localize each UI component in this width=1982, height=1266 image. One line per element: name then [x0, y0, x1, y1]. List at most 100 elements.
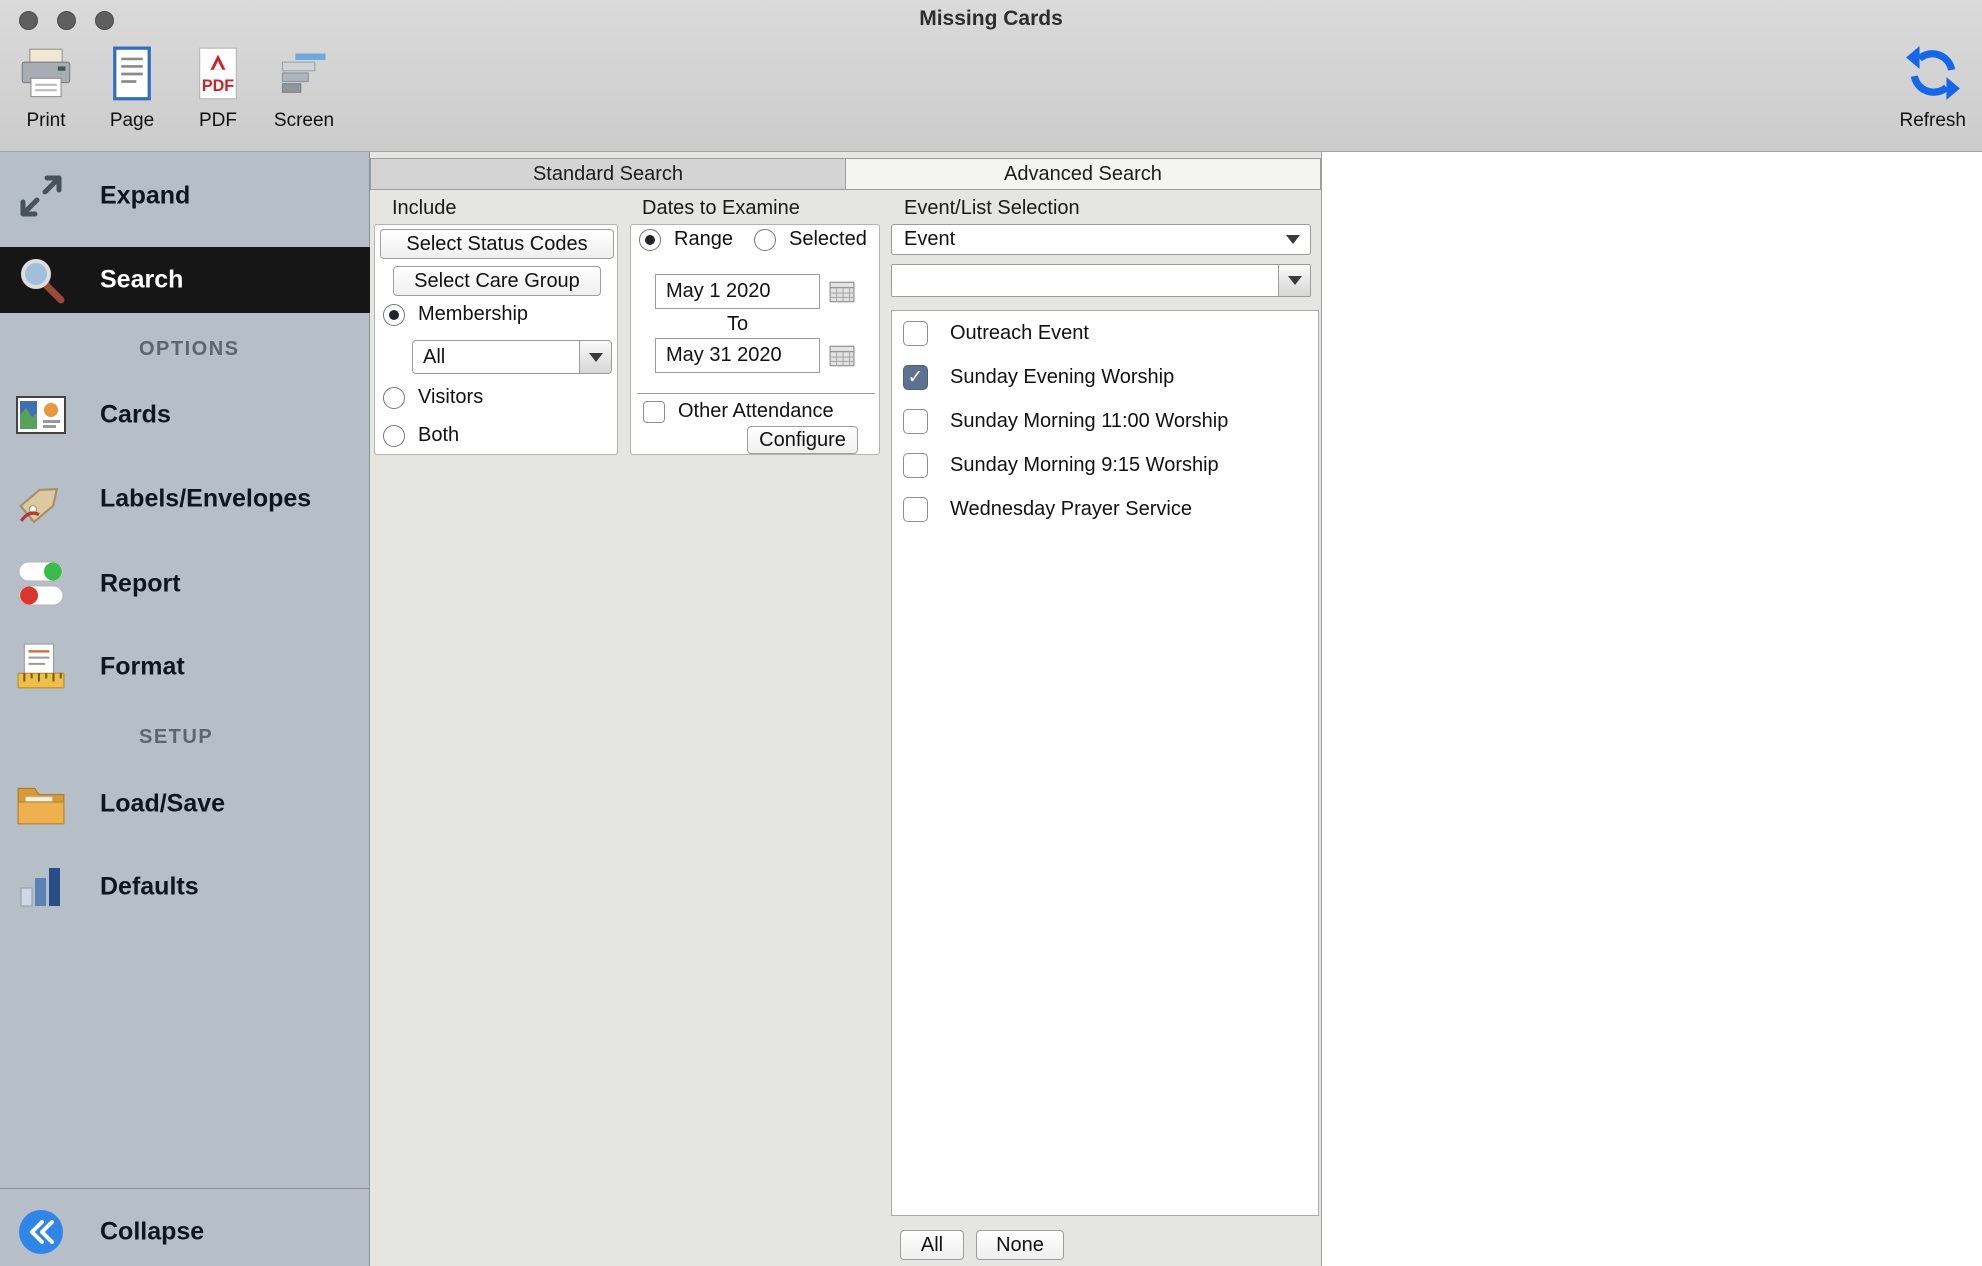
results-panel: [1321, 152, 1982, 1266]
page-button[interactable]: Page: [100, 46, 164, 132]
date-picker-icon[interactable]: [829, 280, 855, 304]
include-panel: Select Status Codes Select Care Group Me…: [374, 224, 618, 455]
sidebar-item-collapse[interactable]: Collapse: [0, 1200, 370, 1264]
sidebar-item-label: Labels/Envelopes: [100, 485, 311, 514]
visitors-radio-label: Visitors: [418, 386, 483, 409]
sidebar-item-search[interactable]: Search: [0, 247, 370, 313]
sidebar-item-defaults[interactable]: Defaults: [0, 855, 370, 919]
select-care-group-button[interactable]: Select Care Group: [393, 266, 601, 296]
event-row[interactable]: Sunday Morning 11:00 Worship: [892, 399, 1318, 443]
both-radio-row[interactable]: Both: [383, 424, 459, 447]
both-radio-label: Both: [418, 424, 459, 447]
pdf-button[interactable]: PDF PDF: [186, 46, 250, 132]
event-checkbox[interactable]: [903, 453, 928, 478]
event-label: Wednesday Prayer Service: [950, 498, 1192, 521]
selected-radio-row[interactable]: Selected: [754, 228, 867, 251]
range-radio-row[interactable]: Range: [639, 228, 733, 251]
toggle-switches-icon: [13, 556, 69, 612]
sidebar-item-report[interactable]: Report: [0, 552, 370, 616]
sidebar-item-load-save[interactable]: Load/Save: [0, 772, 370, 836]
magnifier-icon: [13, 252, 69, 308]
event-checkbox[interactable]: [903, 321, 928, 346]
other-attendance-row[interactable]: Other Attendance: [643, 400, 834, 423]
event-label: Outreach Event: [950, 322, 1089, 345]
selected-radio[interactable]: [754, 229, 776, 251]
page-label: Page: [110, 110, 154, 132]
refresh-label: Refresh: [1899, 110, 1966, 132]
chevron-down-icon[interactable]: [579, 341, 611, 373]
pdf-icon: PDF: [190, 46, 246, 107]
svg-text:PDF: PDF: [202, 77, 234, 95]
event-list-header: Event/List Selection: [904, 197, 1080, 220]
membership-radio-row[interactable]: Membership: [383, 303, 528, 326]
other-attendance-label: Other Attendance: [678, 400, 834, 423]
sidebar-item-expand[interactable]: Expand: [0, 164, 370, 228]
selected-radio-label: Selected: [789, 228, 867, 251]
event-row[interactable]: Wednesday Prayer Service: [892, 487, 1318, 531]
sidebar-item-labels-envelopes[interactable]: Labels/Envelopes: [0, 467, 370, 531]
event-type-select[interactable]: Event: [891, 224, 1311, 255]
membership-radio-label: Membership: [418, 303, 528, 326]
event-checkbox[interactable]: [903, 409, 928, 434]
select-none-button[interactable]: None: [976, 1230, 1064, 1260]
both-radio[interactable]: [383, 425, 405, 447]
configure-button[interactable]: Configure: [747, 426, 858, 454]
sidebar-item-label: Search: [100, 266, 183, 295]
bar-chart-icon: [13, 859, 69, 915]
print-label: Print: [26, 110, 65, 132]
event-row[interactable]: Sunday Evening Worship: [892, 355, 1318, 399]
sidebar-divider: [0, 1188, 370, 1189]
event-list-box: Outreach Event Sunday Evening Worship Su…: [891, 310, 1319, 1216]
sidebar-item-label: Cards: [100, 401, 171, 430]
sidebar-item-format[interactable]: Format: [0, 635, 370, 699]
select-all-button[interactable]: All: [900, 1230, 964, 1260]
event-type-value: Event: [904, 228, 955, 251]
screen-button[interactable]: Screen: [272, 46, 336, 132]
printer-icon: [18, 46, 74, 107]
event-label: Sunday Morning 11:00 Worship: [950, 410, 1228, 433]
range-radio-label: Range: [674, 228, 733, 251]
range-radio[interactable]: [639, 229, 661, 251]
document-ruler-icon: [13, 639, 69, 695]
screen-windows-icon: [276, 46, 332, 107]
event-row[interactable]: Sunday Morning 9:15 Worship: [892, 443, 1318, 487]
dates-panel: Range Selected To: [630, 224, 880, 455]
event-label: Sunday Morning 9:15 Worship: [950, 454, 1219, 477]
event-checkbox[interactable]: [903, 497, 928, 522]
collapse-chevrons-icon: [13, 1204, 69, 1260]
dates-header: Dates to Examine: [642, 197, 800, 220]
sidebar-item-label: Defaults: [100, 873, 199, 902]
dates-separator: [637, 393, 875, 394]
date-from-input[interactable]: [655, 274, 820, 309]
sidebar-item-label: Collapse: [100, 1218, 204, 1247]
search-content-area: Include Dates to Examine Event/List Sele…: [370, 152, 1321, 1266]
membership-type-dropdown[interactable]: All: [412, 340, 612, 374]
folder-icon: [13, 776, 69, 832]
sidebar-section-setup: SETUP: [139, 726, 213, 749]
sidebar-item-label: Load/Save: [100, 790, 225, 819]
date-to-label: To: [655, 313, 820, 336]
date-picker-icon[interactable]: [829, 344, 855, 368]
chevron-down-icon[interactable]: [1278, 265, 1310, 296]
tab-advanced-search[interactable]: Advanced Search: [845, 158, 1321, 190]
date-to-input[interactable]: [655, 338, 820, 373]
refresh-arrows-icon: [1904, 44, 1962, 107]
visitors-radio-row[interactable]: Visitors: [383, 386, 483, 409]
sidebar-item-cards[interactable]: Cards: [0, 383, 370, 447]
visitors-radio[interactable]: [383, 387, 405, 409]
pdf-label: PDF: [199, 110, 237, 132]
select-status-codes-button[interactable]: Select Status Codes: [380, 229, 614, 259]
event-row[interactable]: Outreach Event: [892, 311, 1318, 355]
refresh-button[interactable]: Refresh: [1899, 44, 1966, 132]
other-attendance-checkbox[interactable]: [643, 401, 665, 423]
event-filter-combo[interactable]: [891, 264, 1311, 297]
event-checkbox[interactable]: [903, 365, 928, 390]
event-filter-input[interactable]: [892, 265, 1278, 296]
print-button[interactable]: Print: [14, 46, 78, 132]
card-image-icon: [13, 387, 69, 443]
membership-radio[interactable]: [383, 304, 405, 326]
tab-standard-search[interactable]: Standard Search: [370, 158, 845, 190]
window-title: Missing Cards: [0, 7, 1982, 31]
membership-type-value: All: [413, 341, 579, 373]
sidebar-item-label: Expand: [100, 182, 190, 211]
